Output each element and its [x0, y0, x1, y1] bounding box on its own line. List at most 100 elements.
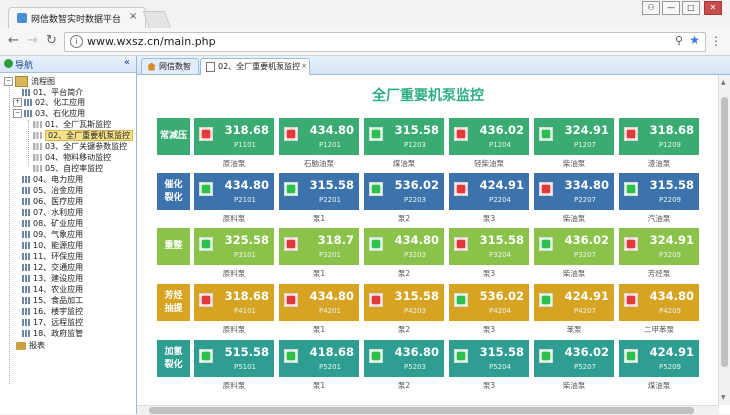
pump-card[interactable]: 434.80 P1201 石脑油泵: [279, 118, 359, 172]
browser-menu-icon[interactable]: ⋮: [710, 34, 722, 48]
sidebar-item[interactable]: 05、冶金应用: [22, 186, 83, 196]
sidebar-subitem[interactable]: 01、全厂瓦斯监控: [33, 120, 111, 130]
vertical-scroll-thumb[interactable]: [721, 97, 728, 367]
pump-card[interactable]: 436.80 P5203 泵2: [364, 340, 444, 394]
tab-pump-monitor[interactable]: 02、全厂重要机泵监控 ×: [200, 58, 310, 75]
pump-card-header: 318.68 P1209: [619, 118, 699, 155]
maximize-button[interactable]: □: [682, 1, 700, 15]
pump-card[interactable]: 318.7 P3201 泵1: [279, 228, 359, 282]
forward-arrow-icon[interactable]: →: [27, 33, 38, 48]
pump-card[interactable]: 324.91 P1207 柴油泵: [534, 118, 614, 172]
pump-card[interactable]: 424.91 P2204 泵3: [449, 173, 529, 227]
pump-card[interactable]: 424.91 P4207 苯泵: [534, 284, 614, 338]
sidebar-item[interactable]: +02、化工应用: [13, 98, 85, 108]
minimize-button[interactable]: —: [662, 1, 680, 15]
tree-report[interactable]: 报表: [16, 341, 45, 351]
pump-code: P4204: [488, 307, 512, 315]
sidebar-header: 导航 «: [0, 56, 136, 73]
tree-root[interactable]: − 流程图: [4, 76, 55, 87]
pump-stopped-indicator-icon: [624, 127, 638, 141]
sidebar-item[interactable]: 04、电力应用: [22, 175, 83, 185]
zoom-icon[interactable]: ⚲: [675, 34, 683, 47]
pump-stopped-indicator-icon: [624, 293, 638, 307]
pump-card[interactable]: 318.68 P1209 渣油泵: [619, 118, 699, 172]
sidebar-item[interactable]: 06、医疗应用: [22, 197, 83, 207]
pump-value: 315.58: [309, 178, 354, 192]
pump-card[interactable]: 515.58 P5101 原料泵: [194, 340, 274, 394]
sidebar-item[interactable]: −03、石化应用: [13, 109, 85, 119]
sidebar-title: 导航: [15, 61, 34, 71]
scroll-up-icon[interactable]: ▲: [721, 79, 726, 86]
pump-card-header: 436.02 P1204: [449, 118, 529, 155]
pump-card[interactable]: 418.68 P5201 泵1: [279, 340, 359, 394]
new-tab-button[interactable]: [142, 11, 172, 29]
browser-tab[interactable]: 网信数智实时数据平台 ×: [8, 7, 146, 30]
pump-card[interactable]: 325.58 P3101 原料泵: [194, 228, 274, 282]
sidebar-item[interactable]: 14、农业应用: [22, 285, 83, 295]
pump-card-header: 315.58 P3204: [449, 228, 529, 265]
sidebar-item[interactable]: 12、交通应用: [22, 263, 83, 273]
tab-close-icon[interactable]: ×: [301, 59, 307, 74]
collapse-icon[interactable]: «: [124, 57, 130, 68]
pump-card[interactable]: 436.02 P5207 柴油泵: [534, 340, 614, 394]
list-icon: [22, 275, 30, 282]
sidebar-subitem[interactable]: 05、自控率监控: [33, 164, 103, 174]
url-field[interactable]: i www.wxsz.cn/main.php ⚲ ★: [64, 32, 706, 52]
pump-card[interactable]: 315.58 P2209 汽油泵: [619, 173, 699, 227]
pump-value: 436.02: [564, 345, 609, 359]
reload-icon[interactable]: ↻: [46, 33, 57, 48]
pump-card[interactable]: 315.58 P5204 泵3: [449, 340, 529, 394]
pump-card[interactable]: 315.58 P1203 煤油泵: [364, 118, 444, 172]
scroll-down-icon[interactable]: ▼: [721, 394, 726, 401]
pump-card[interactable]: 434.80 P2101 原料泵: [194, 173, 274, 227]
pump-card[interactable]: 318.68 P1101 原油泵: [194, 118, 274, 172]
pump-code: P1209: [658, 141, 682, 149]
sidebar-item[interactable]: 18、政府监管: [22, 329, 83, 339]
horizontal-scroll-thumb[interactable]: [149, 407, 694, 414]
pump-card[interactable]: 315.58 P2201 泵1: [279, 173, 359, 227]
pump-card[interactable]: 434.80 P3203 泵2: [364, 228, 444, 282]
pump-value: 318.68: [649, 123, 694, 137]
pump-card[interactable]: 536.02 P2203 泵2: [364, 173, 444, 227]
back-arrow-icon[interactable]: ←: [8, 33, 19, 48]
favicon-icon: [17, 13, 27, 23]
sidebar-item[interactable]: 08、矿业应用: [22, 219, 83, 229]
user-icon[interactable]: ⚇: [642, 1, 660, 15]
document-icon: [206, 61, 215, 72]
window-close-button[interactable]: ✕: [704, 1, 722, 15]
tab-close-icon[interactable]: ×: [129, 11, 137, 22]
pump-card[interactable]: 334.80 P2207 柴油泵: [534, 173, 614, 227]
vertical-scrollbar[interactable]: ▲ ▼: [718, 75, 730, 405]
pump-card[interactable]: 318.68 P4101 原料泵: [194, 284, 274, 338]
pump-card[interactable]: 424.91 P5209 煤油泵: [619, 340, 699, 394]
sidebar-subitem-selected[interactable]: 02、全厂重要机泵监控: [33, 130, 134, 141]
tab-home[interactable]: 网信数智: [141, 58, 199, 74]
sidebar-item[interactable]: 15、食品加工: [22, 296, 83, 306]
sidebar-item[interactable]: 16、楼宇监控: [22, 307, 83, 317]
pump-card[interactable]: 434.80 P4201 泵1: [279, 284, 359, 338]
sidebar-item[interactable]: 09、气象应用: [22, 230, 83, 240]
sidebar-subitem[interactable]: 04、物料移动监控: [33, 153, 111, 163]
sidebar-item[interactable]: 11、环保应用: [22, 252, 83, 262]
info-icon[interactable]: i: [70, 35, 83, 48]
pump-card[interactable]: 436.02 P1204 轻柴油泵: [449, 118, 529, 172]
pump-card-header: 536.02 P2203: [364, 173, 444, 210]
bookmark-star-icon[interactable]: ★: [689, 33, 700, 47]
sidebar-item[interactable]: 17、远程监控: [22, 318, 83, 328]
pump-code: P4201: [318, 307, 342, 315]
sidebar-subitem[interactable]: 03、全厂关键参数监控: [33, 142, 127, 152]
pump-card-header: 315.58 P4203: [364, 284, 444, 321]
sidebar-item[interactable]: 01、平台简介: [22, 88, 83, 98]
url-text[interactable]: www.wxsz.cn/main.php: [87, 35, 216, 48]
pump-card[interactable]: 434.80 P4209 二甲苯泵: [619, 284, 699, 338]
pump-card[interactable]: 315.58 P3204 泵3: [449, 228, 529, 282]
pump-card[interactable]: 324.91 P3209 芳烃泵: [619, 228, 699, 282]
pump-card[interactable]: 315.58 P4203 泵2: [364, 284, 444, 338]
pump-card[interactable]: 536.02 P4204 泵3: [449, 284, 529, 338]
pump-code: P5207: [573, 363, 597, 371]
pump-card[interactable]: 436.02 P3207 柴油泵: [534, 228, 614, 282]
sidebar-item[interactable]: 07、水利应用: [22, 208, 83, 218]
sidebar-item[interactable]: 13、建设应用: [22, 274, 83, 284]
pump-value: 436.80: [394, 345, 439, 359]
sidebar-item[interactable]: 10、能源应用: [22, 241, 83, 251]
